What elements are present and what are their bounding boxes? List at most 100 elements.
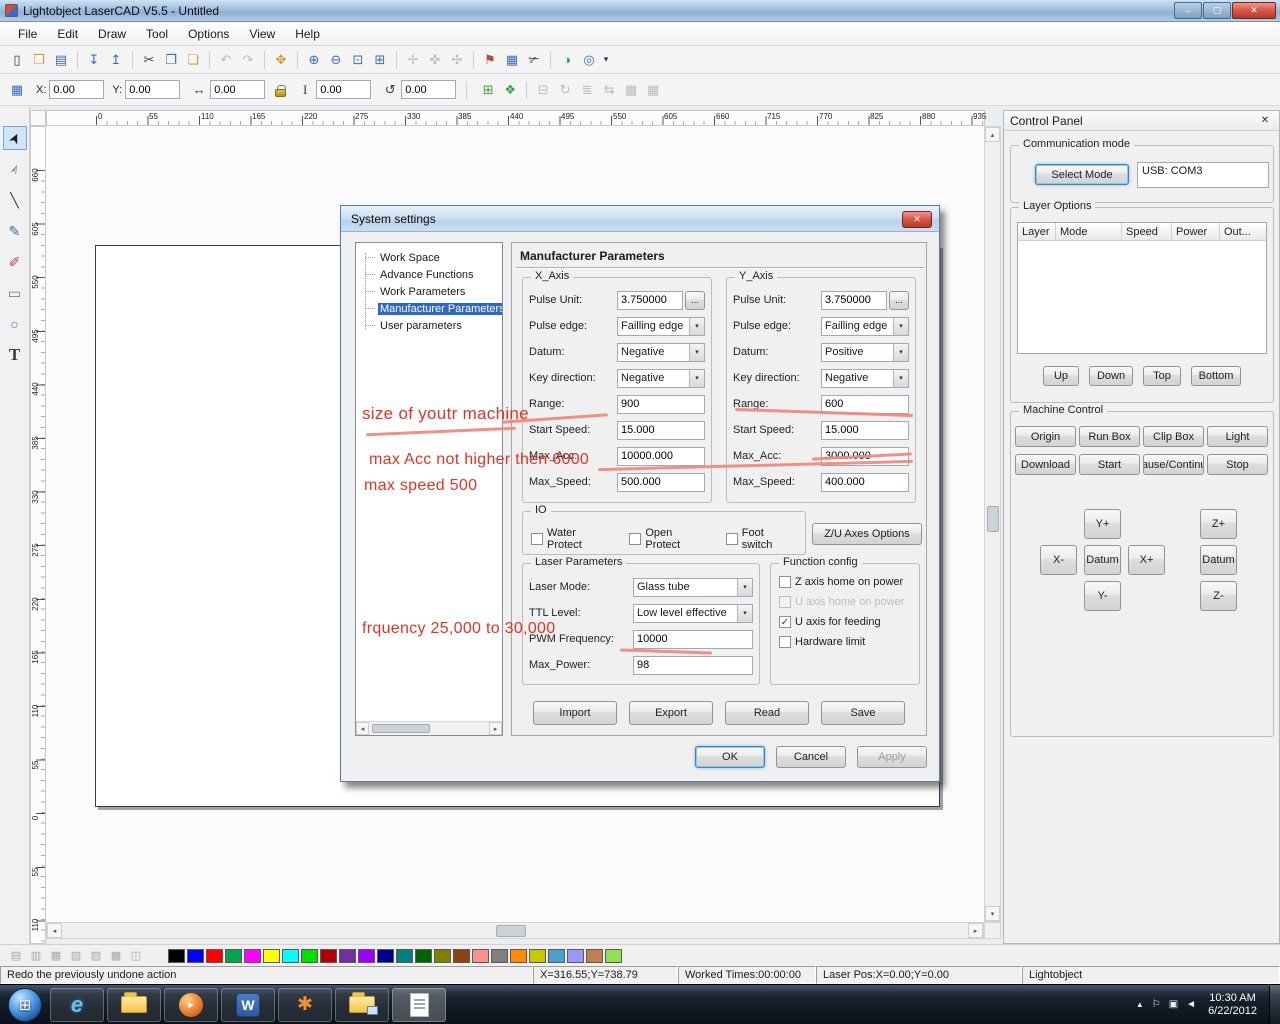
color-swatch[interactable] [187, 949, 204, 963]
import-button[interactable]: Import [533, 701, 617, 725]
tool-pliers-icon[interactable]: ✃ [523, 49, 545, 71]
tree-item-manufacturer-parameters[interactable]: Manufacturer Parameters [362, 300, 502, 317]
action-center-icon[interactable]: ⚐ [1152, 999, 1161, 1010]
scroll-down-icon[interactable]: ▾ [985, 906, 1000, 921]
column-power[interactable]: Power [1172, 223, 1220, 241]
align-tool-icon[interactable]: ▤ [6, 948, 26, 964]
cut-icon[interactable]: ✂ [138, 49, 160, 71]
node-delete-icon[interactable]: ✜ [424, 49, 446, 71]
laser-mode-dropdown[interactable]: Glass tube▾ [633, 578, 753, 597]
align-tool-icon[interactable]: ▨ [86, 948, 106, 964]
color-swatch[interactable] [320, 949, 337, 963]
color-swatch[interactable] [548, 949, 565, 963]
copy-icon[interactable]: ❐ [160, 49, 182, 71]
tree-item-work-space[interactable]: Work Space [362, 249, 502, 266]
tree-item-user-parameters[interactable]: User parameters [362, 317, 502, 334]
z-home-checkbox[interactable]: Z axis home on power [779, 576, 911, 588]
layer-up-button[interactable]: Up [1043, 366, 1079, 386]
group-icon[interactable]: ▩ [620, 79, 642, 101]
node-break-icon[interactable]: ✣ [446, 49, 468, 71]
bezier-tool-icon[interactable]: ✎ [3, 219, 27, 243]
x-start-speed-input[interactable] [617, 421, 705, 440]
align-tool-icon[interactable]: ▥ [26, 948, 46, 964]
show-hidden-icons[interactable]: ▲ [1136, 1000, 1144, 1009]
text-tool-icon[interactable]: T [3, 343, 27, 367]
color-swatch[interactable] [301, 949, 318, 963]
x-pulse-unit-browse-button[interactable]: ... [685, 291, 705, 310]
angle-input[interactable] [401, 80, 456, 99]
zoom-in-icon[interactable]: ⊕ [303, 49, 325, 71]
jog-z-plus-button[interactable]: Z+ [1200, 509, 1237, 539]
align-tool-icon[interactable]: ▧ [66, 948, 86, 964]
color-swatch[interactable] [453, 949, 470, 963]
color-swatch[interactable] [225, 949, 242, 963]
leaf-icon[interactable]: ❖ [499, 79, 521, 101]
color-swatch[interactable] [567, 949, 584, 963]
menu-view[interactable]: View [239, 24, 285, 44]
taskbar-word[interactable]: W [221, 988, 275, 1022]
color-swatch[interactable] [529, 949, 546, 963]
node-add-icon[interactable]: ✛ [402, 49, 424, 71]
track-icon[interactable]: ◎ [578, 49, 600, 71]
color-swatch[interactable] [244, 949, 261, 963]
color-swatch[interactable] [396, 949, 413, 963]
vertical-scrollbar[interactable]: ▴ ▾ [984, 126, 1001, 922]
scroll-left-icon[interactable]: ◂ [47, 923, 62, 938]
draw-flag-icon[interactable]: ⚑ [479, 49, 501, 71]
layer-down-button[interactable]: Down [1089, 366, 1133, 386]
width-input[interactable] [210, 80, 265, 99]
color-swatch[interactable] [377, 949, 394, 963]
horizontal-scroll-thumb[interactable] [496, 925, 526, 937]
jog-x-minus-button[interactable]: X- [1040, 545, 1077, 575]
zoom-all-icon[interactable]: ⊞ [369, 49, 391, 71]
menu-edit[interactable]: Edit [47, 24, 88, 44]
x-pulse-edge-dropdown[interactable]: Failling edge▾ [617, 317, 705, 336]
y-start-speed-input[interactable] [821, 421, 909, 440]
select-tool-icon[interactable]: ➤ [3, 126, 27, 150]
vertical-scroll-thumb[interactable] [987, 506, 999, 532]
water-protect-checkbox[interactable]: Water Protect [531, 527, 613, 550]
download-button[interactable]: Download [1015, 454, 1076, 475]
cancel-button[interactable]: Cancel [776, 746, 846, 768]
taskbar-lasercad[interactable] [392, 988, 446, 1022]
color-swatch[interactable] [358, 949, 375, 963]
x-datum-dropdown[interactable]: Negative▾ [617, 343, 705, 362]
mirror-icon[interactable]: ↻ [554, 79, 576, 101]
tree-scroll-thumb[interactable] [372, 724, 430, 733]
color-swatch[interactable] [491, 949, 508, 963]
light-button[interactable]: Light [1207, 426, 1268, 447]
color-swatch[interactable] [339, 949, 356, 963]
x-key-direction-dropdown[interactable]: Negative▾ [617, 369, 705, 388]
jog-datum-xy-button[interactable]: Datum [1084, 545, 1121, 575]
y-key-direction-dropdown[interactable]: Negative▾ [821, 369, 909, 388]
start-button[interactable]: Start [1079, 454, 1140, 475]
align-tool-icon[interactable]: ▩ [106, 948, 126, 964]
origin-button[interactable]: Origin [1015, 426, 1076, 447]
line-tool-icon[interactable]: ╲ [3, 188, 27, 212]
snap-grid-icon[interactable]: ▦ [6, 79, 28, 101]
menu-tool[interactable]: Tool [136, 24, 178, 44]
taskbar-media-player[interactable]: ▸ [164, 988, 218, 1022]
column-mode[interactable]: Mode [1056, 223, 1122, 241]
select-mode-button[interactable]: Select Mode [1035, 164, 1129, 185]
menu-help[interactable]: Help [285, 24, 330, 44]
export-icon[interactable]: ↥ [105, 49, 127, 71]
tree-horizontal-scrollbar[interactable]: ◂ ▸ [356, 721, 502, 735]
volume-icon[interactable]: ◄ [1186, 999, 1196, 1010]
align-left-icon[interactable]: ⊟ [532, 79, 554, 101]
aspect-lock-icon[interactable] [275, 89, 286, 97]
taskbar-clock[interactable]: 10:30 AM 6/22/2012 [1208, 992, 1257, 1018]
control-panel-close-icon[interactable]: ✕ [1257, 115, 1273, 126]
column-output[interactable]: Out... [1220, 223, 1266, 241]
stop-button[interactable]: Stop [1207, 454, 1268, 475]
com-port-field[interactable]: USB: COM3 [1137, 162, 1269, 188]
horizontal-scrollbar[interactable]: ◂ ▸ [46, 922, 984, 939]
apply-button[interactable]: Apply [857, 746, 927, 768]
redo-icon[interactable]: ↷ [237, 49, 259, 71]
layer-bottom-button[interactable]: Bottom [1191, 366, 1241, 386]
height-input[interactable] [316, 80, 371, 99]
jog-z-minus-button[interactable]: Z- [1200, 581, 1237, 611]
undo-icon[interactable]: ↶ [215, 49, 237, 71]
tree-scroll-left-icon[interactable]: ◂ [356, 722, 369, 735]
align-tool-icon[interactable]: ◫ [126, 948, 146, 964]
